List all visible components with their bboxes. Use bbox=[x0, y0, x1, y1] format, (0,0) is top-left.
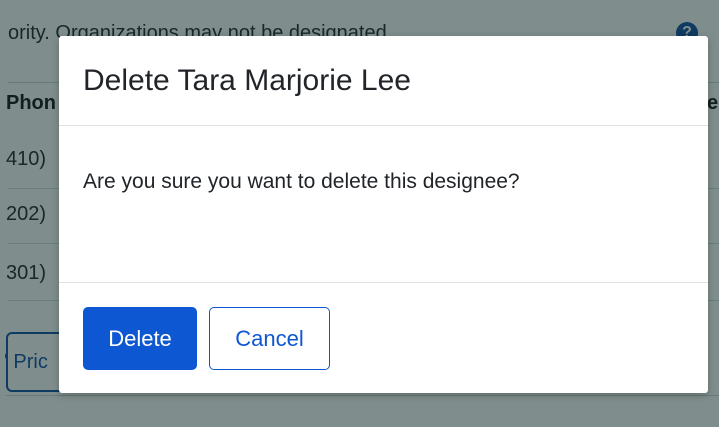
delete-button[interactable]: Delete bbox=[83, 307, 197, 370]
modal-body: Are you sure you want to delete this des… bbox=[59, 126, 708, 282]
modal-title: Delete Tara Marjorie Lee bbox=[83, 64, 411, 97]
modal-header: Delete Tara Marjorie Lee bbox=[59, 36, 708, 126]
delete-designee-dialog: Delete Tara Marjorie Lee Are you sure yo… bbox=[59, 36, 708, 393]
modal-footer: Delete Cancel bbox=[59, 282, 708, 393]
confirmation-message: Are you sure you want to delete this des… bbox=[83, 170, 520, 193]
cancel-button[interactable]: Cancel bbox=[209, 307, 330, 370]
